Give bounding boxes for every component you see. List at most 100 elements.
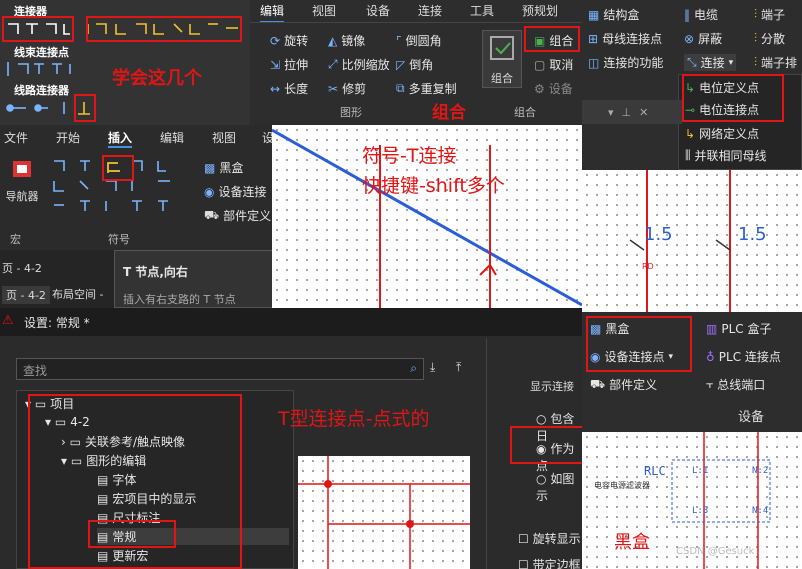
- connect-panel: ▦ 结构盒 ⊞ 母线连接点 ◫ 连接的功能 ‖ 电缆 ⊗ 屏蔽 ⤡ 连接 ▾ ⫶ 端子 ⫶ 分散 …: [582, 0, 802, 170]
- cart-icon: ⛟: [204, 207, 220, 222]
- tab-start[interactable]: 开始: [56, 129, 80, 146]
- terminal-button[interactable]: ⫶ 端子: [754, 6, 785, 23]
- window-titlebar-icons: ▾ ⊥ ✕: [582, 100, 682, 124]
- trim-button[interactable]: ✂ 修剪: [328, 80, 366, 97]
- settings-title: 设置: 常规 *: [24, 316, 90, 330]
- tab-tools[interactable]: 工具: [470, 2, 494, 19]
- shield-icon: ⊗: [684, 31, 695, 46]
- connect-dropdown-button[interactable]: ⤡ 连接 ▾: [684, 54, 737, 71]
- rotate-icon: ⟳: [270, 33, 281, 48]
- busbar-point-button[interactable]: ⊞ 母线连接点: [588, 30, 662, 47]
- menu-parallel-bus[interactable]: ⫼ 并联相同母线: [685, 147, 767, 164]
- structure-box-icon: ▦: [588, 7, 600, 22]
- page-item-active[interactable]: 页 - 4-2: [2, 286, 50, 304]
- highlight-blackbox: [586, 316, 692, 372]
- plc-tag: RLC: [644, 464, 666, 478]
- length-button[interactable]: ↔ 长度: [270, 80, 308, 97]
- radio-icon: ○: [536, 412, 547, 426]
- shield-button[interactable]: ⊗ 屏蔽: [684, 30, 722, 47]
- tab-view-main[interactable]: 视图: [212, 129, 236, 146]
- cable-icon: ‖: [684, 7, 690, 22]
- distribute-button[interactable]: ⫶ 分散: [754, 30, 785, 47]
- blackbox-button[interactable]: ▩ 黑盒: [204, 159, 243, 176]
- tab-edit[interactable]: 编辑: [260, 2, 285, 23]
- terminal-strip-button[interactable]: ⫶ 端子排: [754, 54, 797, 71]
- tab-device[interactable]: 设备: [366, 2, 390, 19]
- main-ribbon: 文件 开始 插入 编辑 视图 设 导航器 宏 符号 ▩ 黑盒 ◉ 设备连接 ⛟ 部件定…: [0, 125, 272, 250]
- tree-annotation: T型连接点-点式的: [278, 408, 430, 430]
- connected-function-button[interactable]: ◫ 连接的功能: [588, 54, 663, 71]
- multi-copy-button[interactable]: ⧉ 多重复制: [396, 80, 457, 97]
- highlight-connectors-a: [2, 16, 74, 42]
- watermark: CSDN @Gesuck: [676, 546, 755, 557]
- highlight-as-point: [510, 426, 582, 464]
- scale-button[interactable]: ⤢ 比例缩放: [328, 56, 390, 73]
- checkbox-rotate[interactable]: ☐ 旋转显示: [518, 530, 581, 547]
- highlight-line-connector: [74, 94, 96, 122]
- import-icon[interactable]: ⤒: [456, 360, 461, 375]
- macro-group-label: 宏: [10, 233, 21, 246]
- drawing-canvas[interactable]: 符号-T连接 快捷键-shift多个: [272, 125, 582, 308]
- tab-connect[interactable]: 连接: [418, 2, 442, 19]
- search-icon[interactable]: ⌕: [410, 361, 417, 376]
- tooltip-desc: 插入有右支路的 T 节点: [123, 293, 236, 306]
- part-def-button[interactable]: ⛟ 部件定义: [204, 207, 271, 224]
- group-large-button[interactable]: 组合: [482, 30, 522, 88]
- settings-dialog: ⚠ 设置: 常规 * 查找 ⌕ ⤓ ⤒ ▾ ▭ 项目 ▾ ▭ 4-2 › ▭ 关联参考…: [0, 308, 582, 569]
- parallel-bus-icon: ⫼: [685, 148, 691, 162]
- chamfer-button[interactable]: ◸ 倒角: [396, 56, 433, 73]
- pane-divider: [486, 338, 487, 569]
- checkbox-border[interactable]: ☐ 带定边框: [518, 556, 581, 569]
- tab-edit-main[interactable]: 编辑: [160, 129, 184, 146]
- highlight-potential-menu: [682, 74, 784, 122]
- tab-more[interactable]: 设: [262, 129, 272, 146]
- cart-icon: ⛟: [590, 376, 606, 391]
- learn-annotation: 学会这几个: [112, 68, 202, 89]
- search-placeholder: 查找: [23, 364, 48, 378]
- fillet-button[interactable]: ⌜ 倒圆角: [396, 32, 442, 49]
- device-connect-button[interactable]: ◉ 设备连接: [204, 183, 267, 200]
- menu-network-def[interactable]: ↳ 网络定义点: [685, 125, 759, 142]
- tab-preplan[interactable]: 预规划: [522, 2, 558, 19]
- warning-icon: ⚠: [2, 313, 14, 328]
- structure-box-button[interactable]: ▦ 结构盒: [588, 6, 639, 23]
- highlight-group-button: [524, 26, 580, 52]
- plc-conn-button[interactable]: ♁ PLC 连接点: [706, 348, 781, 365]
- export-icon[interactable]: ⤓: [430, 360, 435, 375]
- close-icon[interactable]: ✕: [639, 106, 648, 119]
- navigator-button[interactable]: 导航器: [2, 155, 42, 215]
- bus-port-button[interactable]: ⫟ 总线端口: [706, 376, 765, 393]
- pin-icon[interactable]: ⊥: [622, 106, 632, 119]
- dim-canvas[interactable]: 1.5 1.5 RD: [582, 170, 802, 312]
- cancel-group-button[interactable]: ▢ 取消: [534, 56, 573, 73]
- device-button[interactable]: ⚙ 设备: [534, 80, 573, 97]
- highlight-general: [88, 520, 176, 548]
- page-item[interactable]: 页 - 4-2: [2, 260, 42, 276]
- terminal-strip-icon: ⫶: [754, 55, 758, 69]
- radio-as-shown[interactable]: ○ 如图示: [536, 470, 582, 504]
- highlight-connectors-b: [86, 16, 242, 42]
- radio-icon: ○: [536, 472, 547, 486]
- terminal-icon: ⫶: [754, 7, 758, 21]
- blackbox-icon: ▩: [204, 160, 216, 175]
- mirror-button[interactable]: ◭ 镜像: [328, 32, 365, 49]
- cell-n2: N:2: [752, 466, 769, 476]
- plc-box-button[interactable]: ▥ PLC 盒子: [706, 320, 771, 337]
- ribbon-edit-panel: 编辑 视图 设备 连接 工具 预规划 ⟳ 旋转 ◭ 镜像 ⌜ 倒圆角 ⇲ 拉伸 ⤢ 比例缩…: [250, 0, 582, 125]
- bus-symbols-svg[interactable]: [4, 60, 104, 78]
- cable-button[interactable]: ‖ 电缆: [684, 6, 718, 23]
- tab-file[interactable]: 文件: [4, 129, 28, 146]
- part-def-button-2[interactable]: ⛟ 部件定义: [590, 376, 657, 393]
- tab-insert[interactable]: 插入: [108, 129, 133, 148]
- cell-l3: L:3: [692, 506, 709, 516]
- tab-view[interactable]: 视图: [312, 2, 336, 19]
- search-input[interactable]: 查找 ⌕: [16, 358, 424, 380]
- blackbox-canvas[interactable]: RLC 电容电源滤波器 L:1 N:2 L:3 N:4 黑盒 CSDN @Ges…: [582, 432, 802, 569]
- group-section-label: 组合: [514, 106, 536, 119]
- layout-space-item[interactable]: 布局空间 -: [52, 286, 103, 302]
- stretch-button[interactable]: ⇲ 拉伸: [270, 56, 308, 73]
- display-conn-label: 显示连接: [530, 380, 574, 393]
- connector-panel: 连接器 线束连接点 学会这几个 线路连接器: [0, 0, 250, 125]
- rotate-button[interactable]: ⟳ 旋转: [270, 32, 308, 49]
- chevron-down-icon[interactable]: ▾: [608, 106, 614, 119]
